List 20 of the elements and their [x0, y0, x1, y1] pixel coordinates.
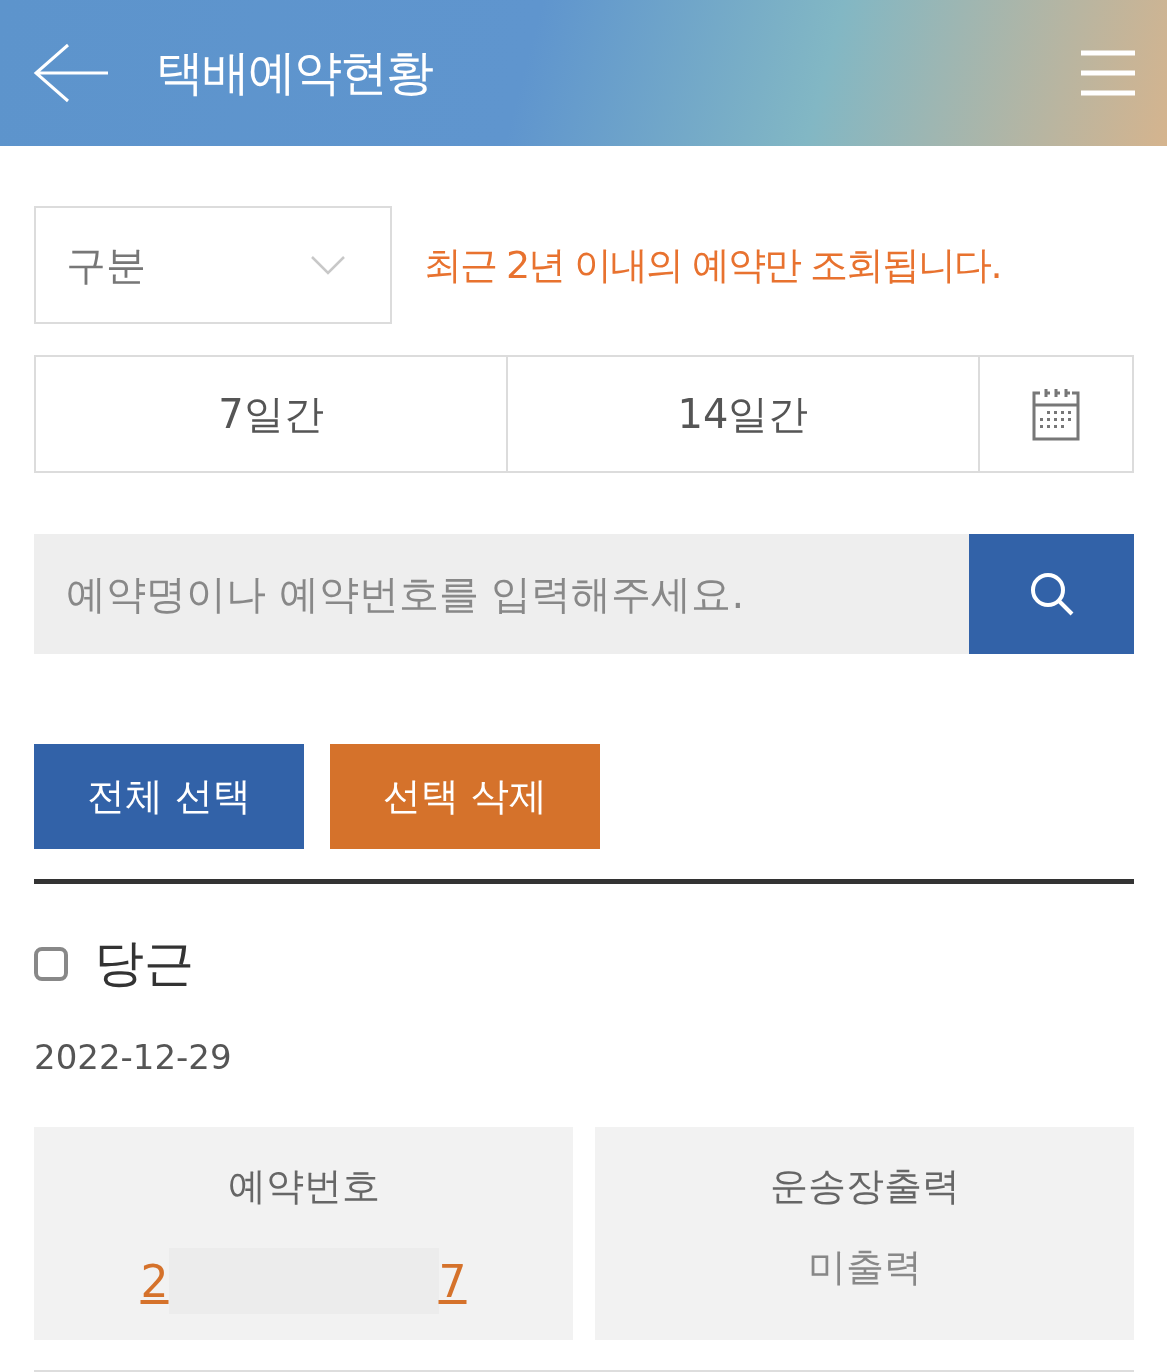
calendar-icon — [1030, 387, 1082, 441]
search-field[interactable]: 예약명이나 예약번호를 입력해주세요. — [34, 534, 969, 654]
search-button[interactable] — [969, 534, 1134, 654]
select-all-button[interactable]: 전체 선택 — [34, 744, 304, 849]
card-label: 예약번호 — [227, 1163, 380, 1210]
chevron-down-icon — [310, 255, 346, 275]
checkbox[interactable] — [34, 946, 68, 981]
page-title: 택배예약현황 — [156, 43, 432, 102]
category-dropdown[interactable]: 구분 — [34, 206, 392, 324]
menu-button[interactable] — [1081, 50, 1135, 96]
waybill-status: 미출력 — [807, 1244, 922, 1291]
back-arrow-icon — [32, 43, 108, 103]
search-icon — [1028, 571, 1075, 617]
card-label: 운송장출력 — [769, 1163, 960, 1210]
reservation-date: 2022-12-29 — [34, 1037, 233, 1077]
back-button[interactable] — [32, 43, 108, 103]
menu-icon — [1081, 50, 1135, 96]
notice-text: 최근 2년 이내의 예약만 조회됩니다. — [424, 241, 1001, 289]
delete-selected-button[interactable]: 선택 삭제 — [330, 744, 600, 849]
reservation-name: 당근 — [94, 933, 194, 994]
